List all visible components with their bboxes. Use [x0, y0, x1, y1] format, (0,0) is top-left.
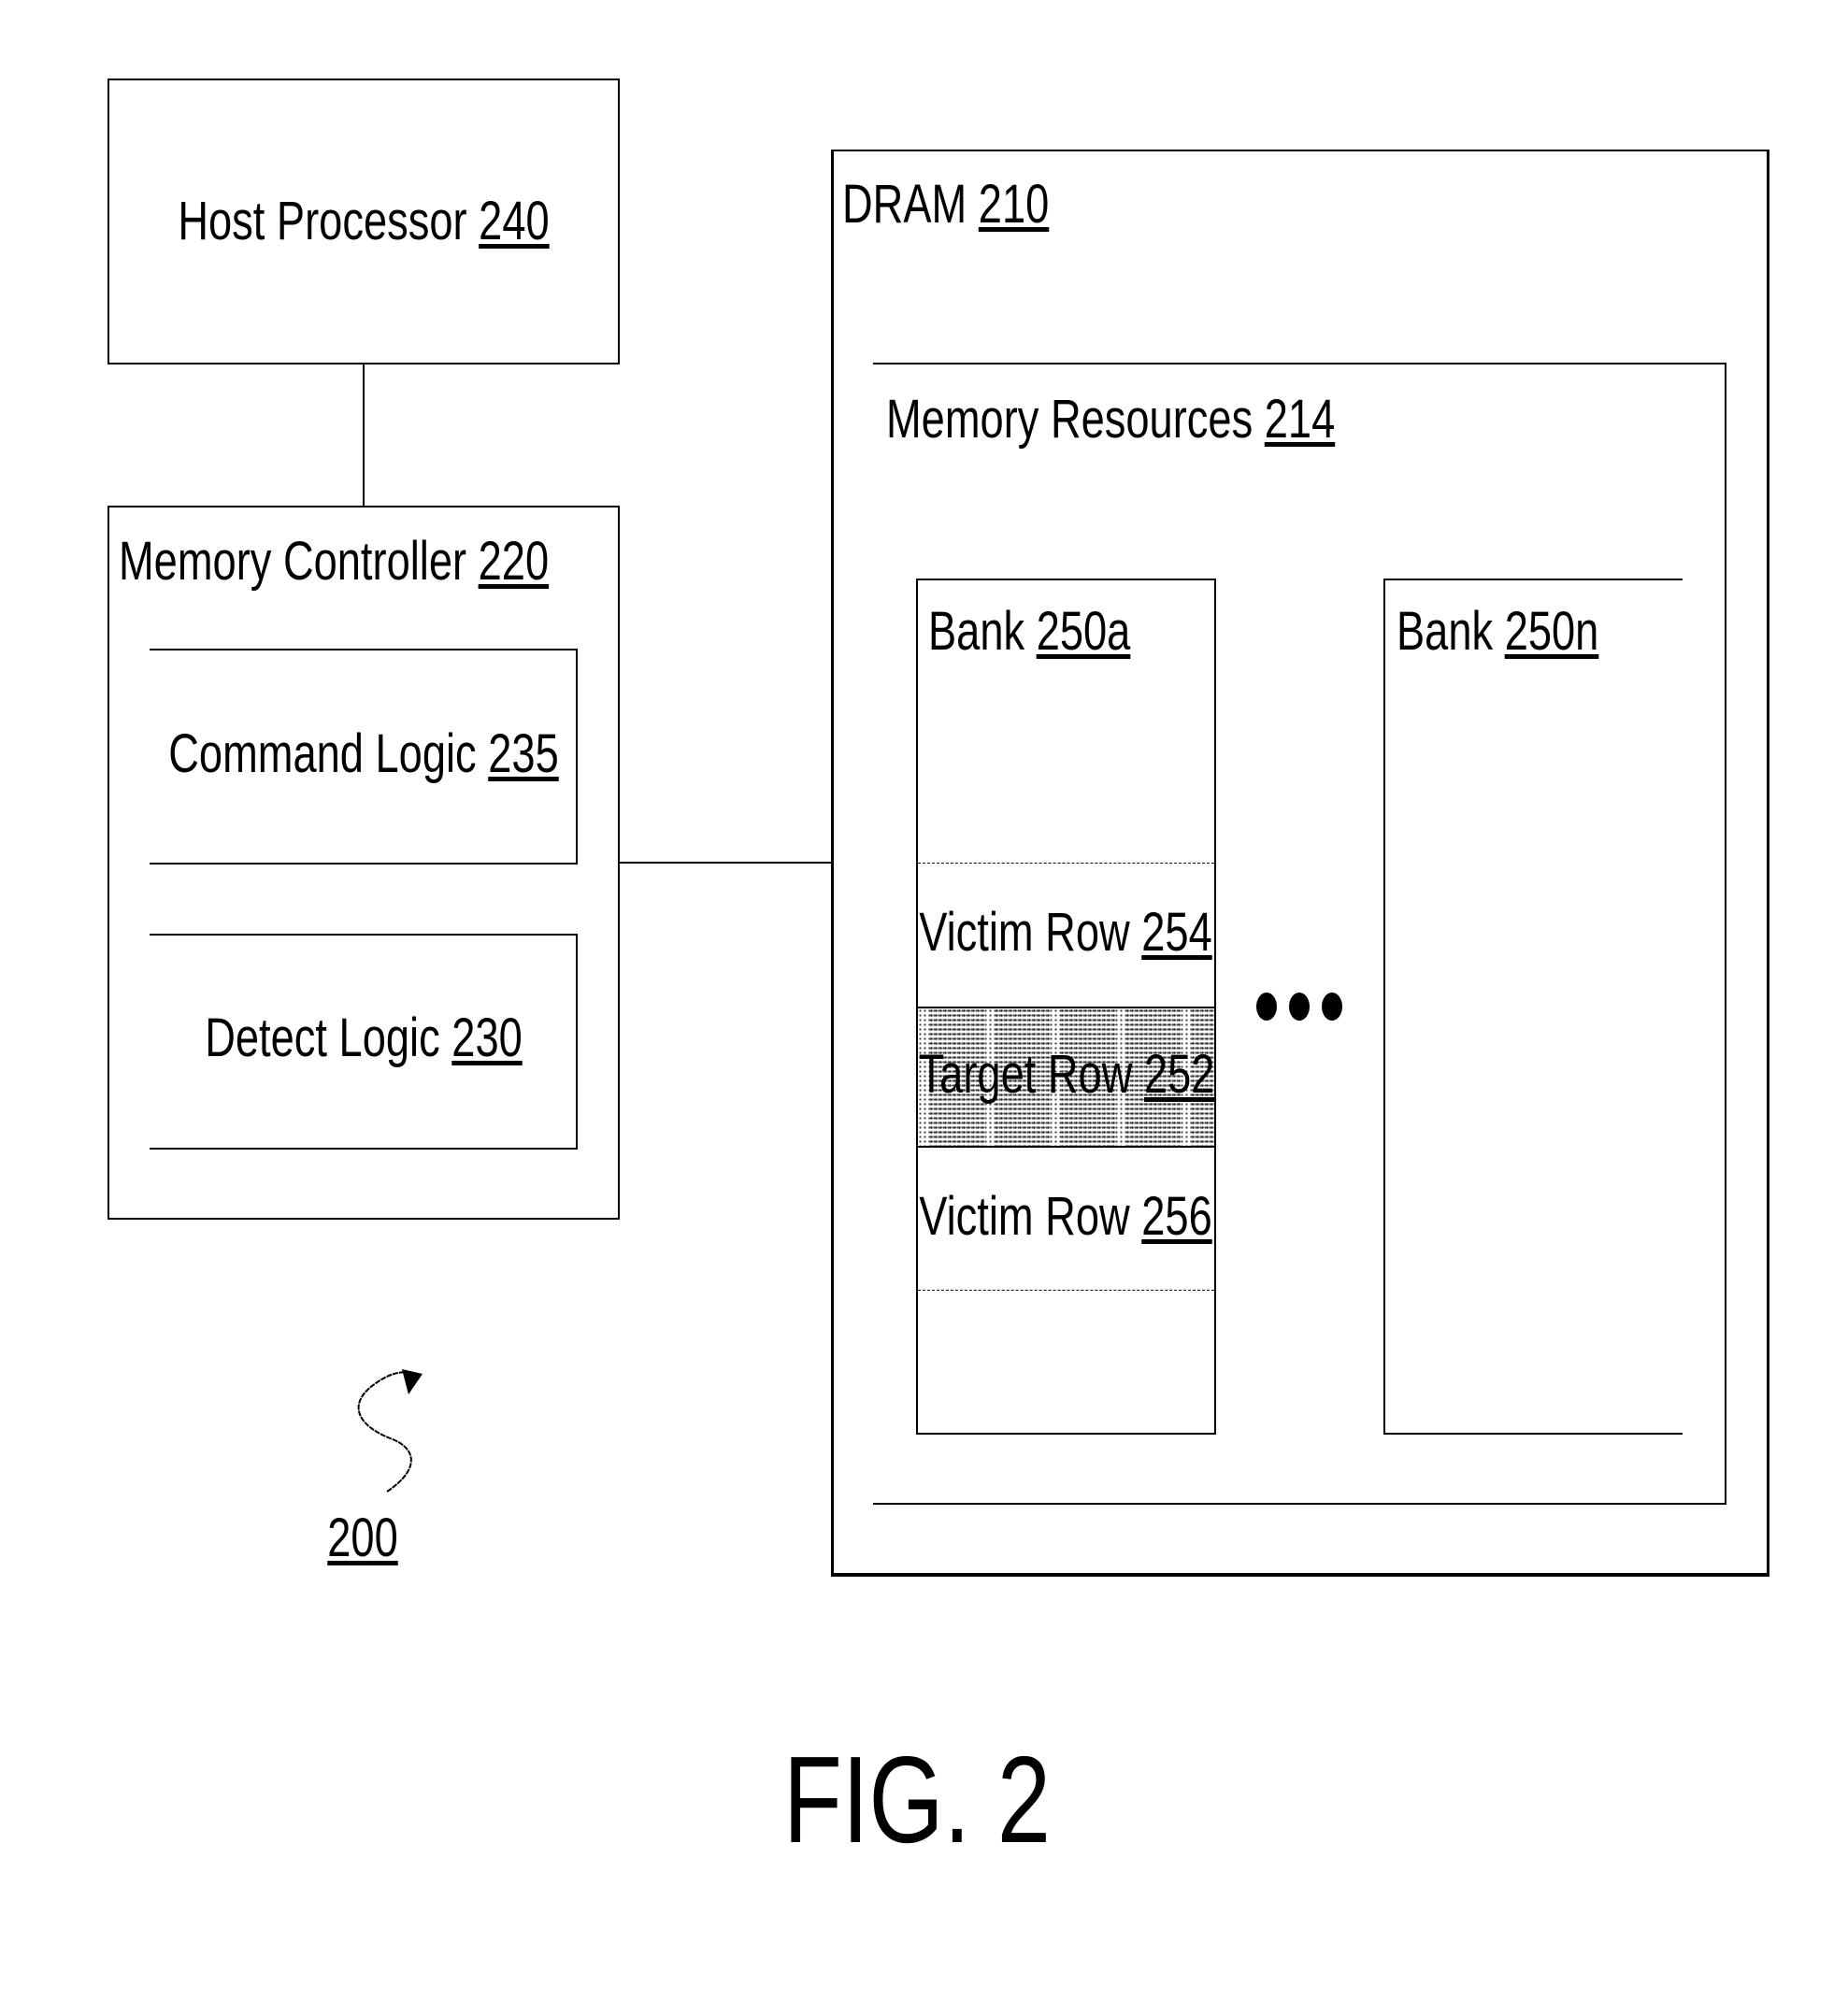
reference-arrow-squiggle [357, 1371, 412, 1493]
figure-reference-label: 200 [327, 1511, 397, 1565]
figure-caption: FIG. 2 [782, 1731, 1052, 1868]
reference-arrow-icon [357, 1369, 423, 1493]
figure-reference-number: 200 [327, 1508, 398, 1568]
reference-arrow-head [402, 1369, 423, 1394]
